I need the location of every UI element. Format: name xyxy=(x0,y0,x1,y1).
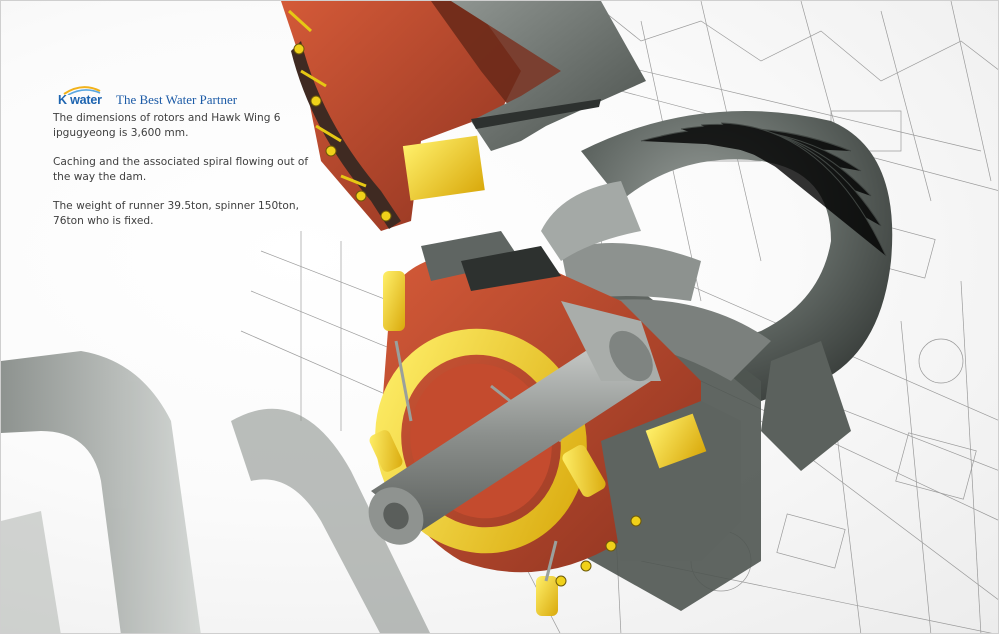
ghost-pipe-shape xyxy=(1,351,431,633)
description-paragraph: The dimensions of rotors and Hawk Wing 6… xyxy=(53,112,281,139)
brand-tagline: The Best Water Partner xyxy=(116,92,238,107)
description-block: The dimensions of rotors and Hawk Wing 6… xyxy=(53,111,323,243)
description-paragraph: Caching and the associated spiral flowin… xyxy=(53,156,309,183)
logo-text: K water xyxy=(58,93,102,107)
description-paragraph: The weight of runner 39.5ton, spinner 15… xyxy=(53,200,299,227)
brand-header: K water The Best Water Partner xyxy=(58,85,237,107)
kwater-logo[interactable]: K water xyxy=(58,85,104,107)
main-frame: K water The Best Water Partner The dimen… xyxy=(0,0,999,634)
